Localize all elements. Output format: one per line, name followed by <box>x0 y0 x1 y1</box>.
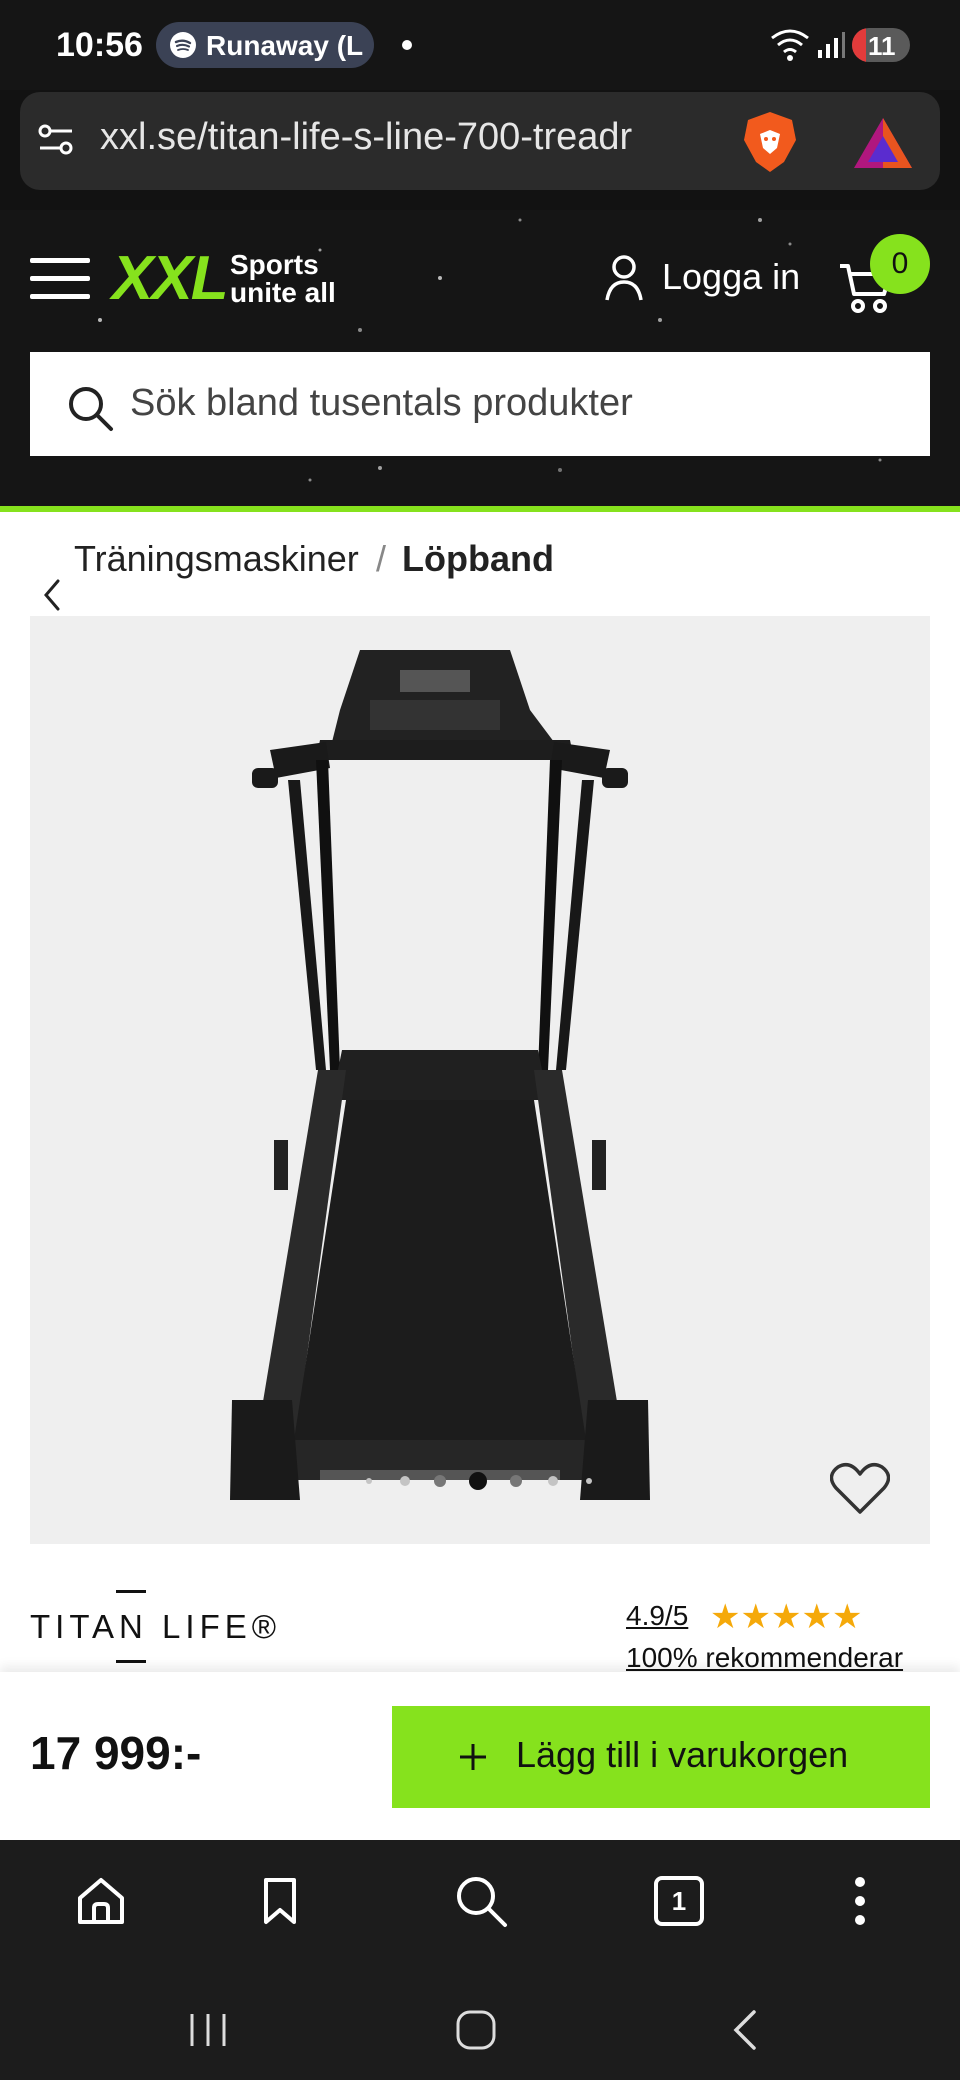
media-pill[interactable]: Runaway (L <box>156 22 374 68</box>
gallery-dot-2[interactable] <box>400 1476 410 1486</box>
back-icon[interactable] <box>730 2008 760 2052</box>
login-label: Logga in <box>662 256 801 297</box>
search-box[interactable]: Sök bland tusentals produkter <box>30 352 930 456</box>
home-icon[interactable] <box>76 1876 126 1926</box>
signal-icon <box>818 32 845 58</box>
logo-tagline-1: Sports <box>230 249 319 280</box>
gallery-dot-4-active[interactable] <box>469 1472 487 1490</box>
more-menu-icon[interactable] <box>850 1876 870 1926</box>
favorite-heart-icon[interactable] <box>830 1462 890 1516</box>
home-system-icon[interactable] <box>454 2008 498 2052</box>
breadcrumb-separator: / <box>376 538 387 579</box>
rating-stars: ★★★★★ <box>710 1600 862 1634</box>
treadmill-image <box>230 650 650 1500</box>
brand-logo[interactable]: TITAN LIFE® <box>30 1586 290 1666</box>
star-icon: ★ <box>770 1598 802 1636</box>
site-header: XXL Sports unite all Logga in 0 Sök blan… <box>0 210 960 508</box>
gallery-dot-5[interactable] <box>510 1475 522 1487</box>
product-price: 17 999:- <box>30 1727 202 1779</box>
star-icon: ★ <box>831 1598 863 1636</box>
media-title: Runaway (L <box>206 30 364 61</box>
menu-icon[interactable] <box>30 256 90 302</box>
wifi-icon <box>771 29 809 61</box>
brave-shield-icon[interactable] <box>740 110 800 174</box>
plus-icon <box>460 1744 486 1770</box>
bookmark-icon[interactable] <box>262 1876 298 1926</box>
search-icon <box>69 387 113 431</box>
search-input[interactable]: Sök bland tusentals produkter <box>130 382 633 425</box>
login-link[interactable]: Logga in <box>604 246 814 302</box>
recommend-text[interactable]: 100% rekommenderar <box>626 1642 903 1674</box>
browser-toolbar: 1 <box>0 1840 960 1980</box>
recent-apps-icon[interactable] <box>186 2010 230 2050</box>
battery-level: 11 <box>868 31 896 61</box>
site-settings-icon[interactable] <box>36 120 76 160</box>
notification-dot <box>402 40 412 50</box>
status-time: 10:56 <box>56 26 143 64</box>
spotify-icon <box>170 32 196 58</box>
battery-indicator: 11 <box>852 28 910 62</box>
address-bar[interactable]: xxl.se/titan-life-s-line-700-treadr <box>20 92 940 190</box>
tabs-button[interactable]: 1 <box>654 1876 704 1926</box>
gallery-dot-1[interactable] <box>366 1478 372 1484</box>
search-toolbar-icon[interactable] <box>454 1874 508 1928</box>
gallery-dot-7[interactable] <box>586 1478 592 1484</box>
chevron-left-icon[interactable] <box>42 578 62 612</box>
breadcrumb-parent[interactable]: Träningsmaskiner <box>74 538 359 580</box>
rating-score[interactable]: 4.9/5 <box>626 1600 688 1632</box>
add-to-cart-label: Lägg till i varukorgen <box>516 1734 849 1775</box>
logo-text: XXL <box>112 244 229 313</box>
logo-tagline-2: unite all <box>230 277 336 308</box>
star-icon: ★ <box>740 1598 771 1636</box>
cart-count-badge: 0 <box>870 234 930 294</box>
user-icon <box>605 255 643 301</box>
status-bar: 10:56 Runaway (L 11 <box>0 0 960 90</box>
url-text[interactable]: xxl.se/titan-life-s-line-700-treadr <box>100 116 632 158</box>
cart-button[interactable]: 0 <box>838 224 938 324</box>
add-to-cart-button[interactable]: Lägg till i varukorgen <box>392 1706 930 1808</box>
breadcrumb-current: Löpband <box>402 538 554 579</box>
brave-rewards-icon[interactable] <box>852 116 914 170</box>
gallery-dot-6[interactable] <box>548 1476 558 1486</box>
product-gallery[interactable] <box>30 616 930 1544</box>
star-icon: ★ <box>801 1598 832 1636</box>
star-icon: ★ <box>710 1598 741 1636</box>
gallery-dot-3[interactable] <box>434 1475 446 1487</box>
buy-bar: 17 999:- Lägg till i varukorgen <box>0 1672 960 1840</box>
system-navigation-bar <box>0 1980 960 2080</box>
brand-logo-text: TITAN LIFE® <box>30 1608 282 1645</box>
